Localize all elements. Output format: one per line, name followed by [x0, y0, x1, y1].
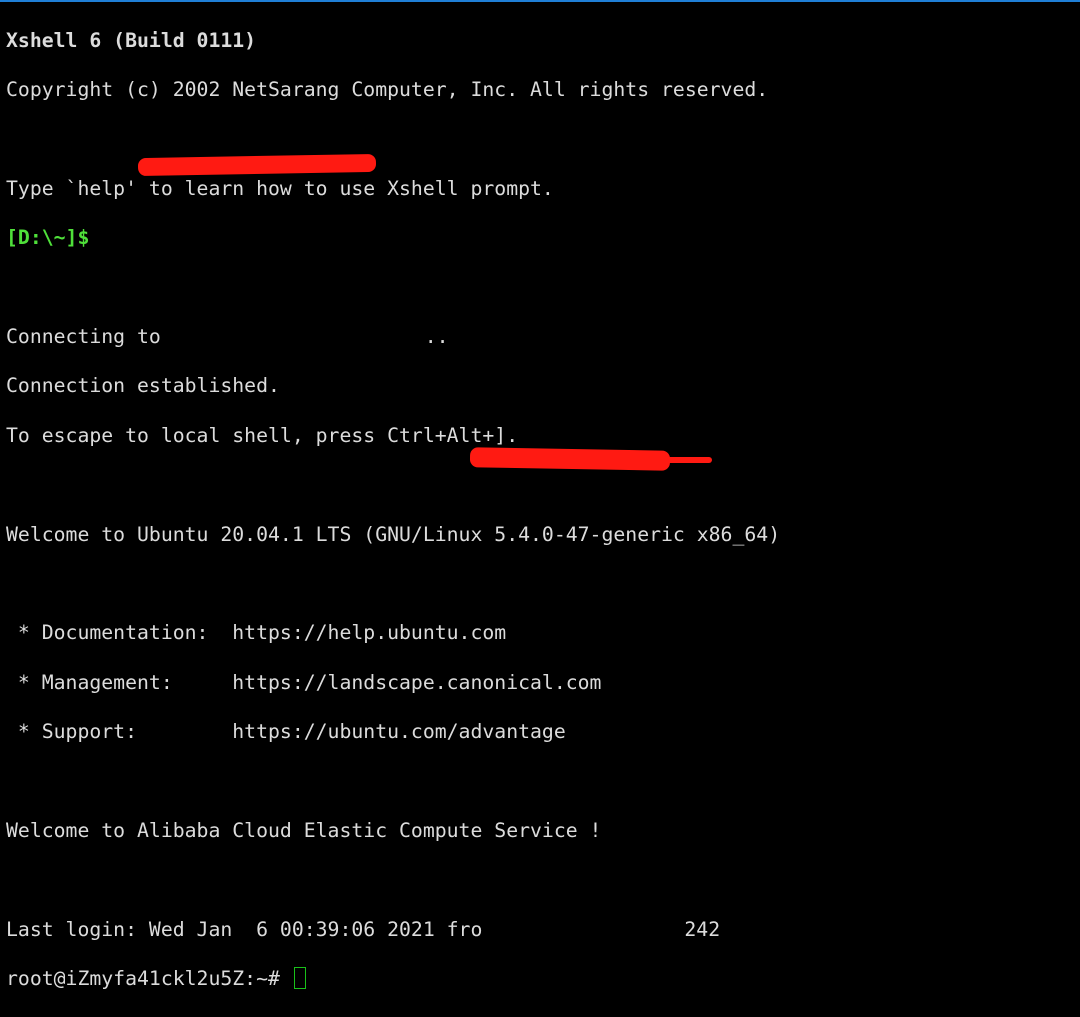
- escape-hint: To escape to local shell, press Ctrl+Alt…: [6, 423, 519, 447]
- management-line: * Management: https://landscape.canonica…: [6, 670, 602, 694]
- documentation-line: * Documentation: https://help.ubuntu.com: [6, 621, 507, 645]
- terminal-output[interactable]: Xshell 6 (Build 0111) Copyright (c) 2002…: [6, 4, 780, 1017]
- connecting-prefix: Connecting to: [6, 325, 173, 349]
- local-prompt: [D:\~]$: [6, 226, 90, 250]
- support-line: * Support: https://ubuntu.com/advantage: [6, 720, 566, 744]
- cursor: [293, 967, 306, 990]
- redaction-mark: [640, 457, 712, 463]
- connecting-line: Connecting to ..: [6, 325, 780, 350]
- last-login-line: Last login: Wed Jan 6 00:39:06 2021 fro 2…: [6, 918, 780, 943]
- help-hint: Type `help' to learn how to use Xshell p…: [6, 176, 554, 200]
- last-login-prefix: Last login: Wed Jan 6 00:39:06 2021 fro: [6, 917, 483, 941]
- copyright-line: Copyright (c) 2002 NetSarang Computer, I…: [6, 78, 769, 102]
- welcome-alibaba: Welcome to Alibaba Cloud Elastic Compute…: [6, 818, 602, 842]
- remote-prompt: root@iZmyfa41ckl2u5Z:~#: [6, 967, 292, 991]
- established-line: Connection established.: [6, 374, 280, 398]
- banner-title: Xshell 6 (Build 0111): [6, 28, 257, 52]
- connecting-suffix: ..: [424, 325, 449, 349]
- last-login-suffix: 242: [684, 917, 721, 941]
- remote-prompt-line[interactable]: root@iZmyfa41ckl2u5Z:~#: [6, 967, 780, 992]
- welcome-ubuntu: Welcome to Ubuntu 20.04.1 LTS (GNU/Linux…: [6, 522, 781, 546]
- window-border: [0, 0, 1080, 2]
